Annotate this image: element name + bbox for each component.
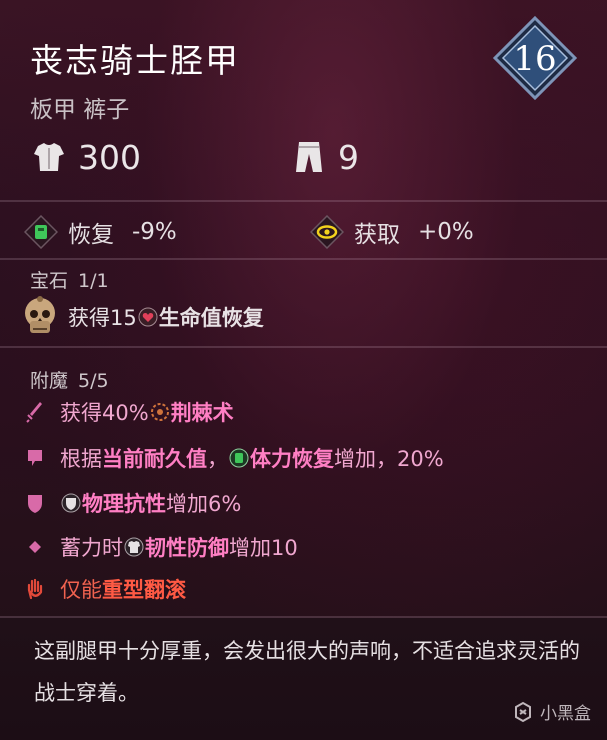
gem-section-label: 宝石 1/1 (30, 266, 109, 293)
gem-label: 宝石 (30, 270, 69, 292)
enchant-row: 根据 当前耐久值 ， 体力恢复 增加，20% (26, 441, 444, 475)
enchant-highlight: 韧性防御 (145, 536, 229, 560)
flag-icon (28, 450, 42, 466)
enchant-text: 增加10 (229, 536, 298, 560)
recovery-label: 恢复 (68, 222, 114, 248)
armor-small-icon (124, 537, 144, 557)
green-recovery-icon (24, 215, 58, 249)
enchant-text: 根据 (60, 447, 102, 471)
enchant-row: 获得40% 荆棘术 (26, 395, 234, 429)
enchant-text: 获得40% (60, 401, 149, 425)
skull-gem-icon (25, 296, 55, 333)
armor-value: 300 (78, 137, 141, 177)
thorns-icon (150, 403, 169, 421)
watermark: 小黑盒 (512, 699, 591, 724)
watermark-text: 小黑盒 (540, 704, 591, 724)
enchant-highlight: 当前耐久值 (102, 447, 207, 471)
enchant-label: 附魔 (30, 370, 69, 392)
gain-value: +0% (418, 219, 474, 245)
enchant-highlight: 体力恢复 (250, 447, 334, 471)
gain-stat: 获取 +0% (310, 210, 474, 254)
dagger-icon (26, 402, 42, 423)
yellow-eye-gain-icon (310, 215, 344, 249)
chest-armor-icon (34, 143, 64, 171)
enchant-text: 增加，20% (334, 447, 444, 471)
enchant-text: 蓄力时 (60, 536, 123, 560)
item-lore: 这副腿甲十分厚重，会发出很大的声响，不适合追求灵活的战士穿着。 (34, 639, 580, 705)
enchant-section-label: 附魔 5/5 (30, 366, 109, 393)
weight-stat: 9 (290, 134, 359, 180)
enchant-text: ， (207, 447, 228, 471)
shield-small-icon (61, 493, 81, 513)
enchant-highlight: 物理抗性 (82, 492, 166, 516)
gem-slot[interactable]: 获得15 生命值恢复 (20, 294, 264, 340)
enchant-highlight: 荆棘术 (170, 401, 234, 425)
level-badge: 16 (492, 15, 578, 101)
diamond-bullet-icon (29, 541, 41, 553)
recovery-stat: 恢复 -9% (24, 210, 177, 254)
item-level: 16 (513, 39, 557, 79)
recovery-value: -9% (132, 219, 177, 245)
divider (0, 258, 607, 260)
divider (0, 200, 607, 202)
enchant-count: 5/5 (78, 370, 109, 392)
enchant-text: 增加6% (166, 492, 242, 516)
item-title: 丧志骑士胫甲 (30, 41, 240, 80)
gain-label: 获取 (354, 222, 400, 248)
weight-value: 9 (338, 137, 359, 177)
hand-print-icon (27, 578, 43, 600)
stamina-icon (229, 448, 249, 468)
gem-text-pre: 获得15 (68, 306, 137, 330)
gem-text-strong: 生命值恢复 (158, 306, 264, 330)
heybox-logo-icon (515, 701, 531, 722)
divider (0, 346, 607, 348)
pants-weight-icon (296, 142, 322, 172)
item-tooltip: 丧志骑士胫甲 板甲 裤子 16 300 9 恢复 -9% 获取 +0% 宝石 1… (0, 0, 607, 740)
enchant-row: 蓄力时 韧性防御 增加10 (26, 530, 298, 564)
armor-stat: 300 (30, 134, 141, 180)
item-subtitle: 板甲 裤子 (30, 97, 130, 123)
enchant-row: 物理抗性 增加6% (26, 486, 241, 520)
gem-count: 1/1 (78, 270, 109, 292)
enchant-text: 仅能 (60, 578, 102, 602)
enchant-row: 仅能 重型翻滚 (26, 572, 186, 606)
shield-bullet-icon (28, 495, 42, 513)
enchant-highlight: 重型翻滚 (102, 578, 186, 602)
heart-icon (138, 307, 158, 327)
